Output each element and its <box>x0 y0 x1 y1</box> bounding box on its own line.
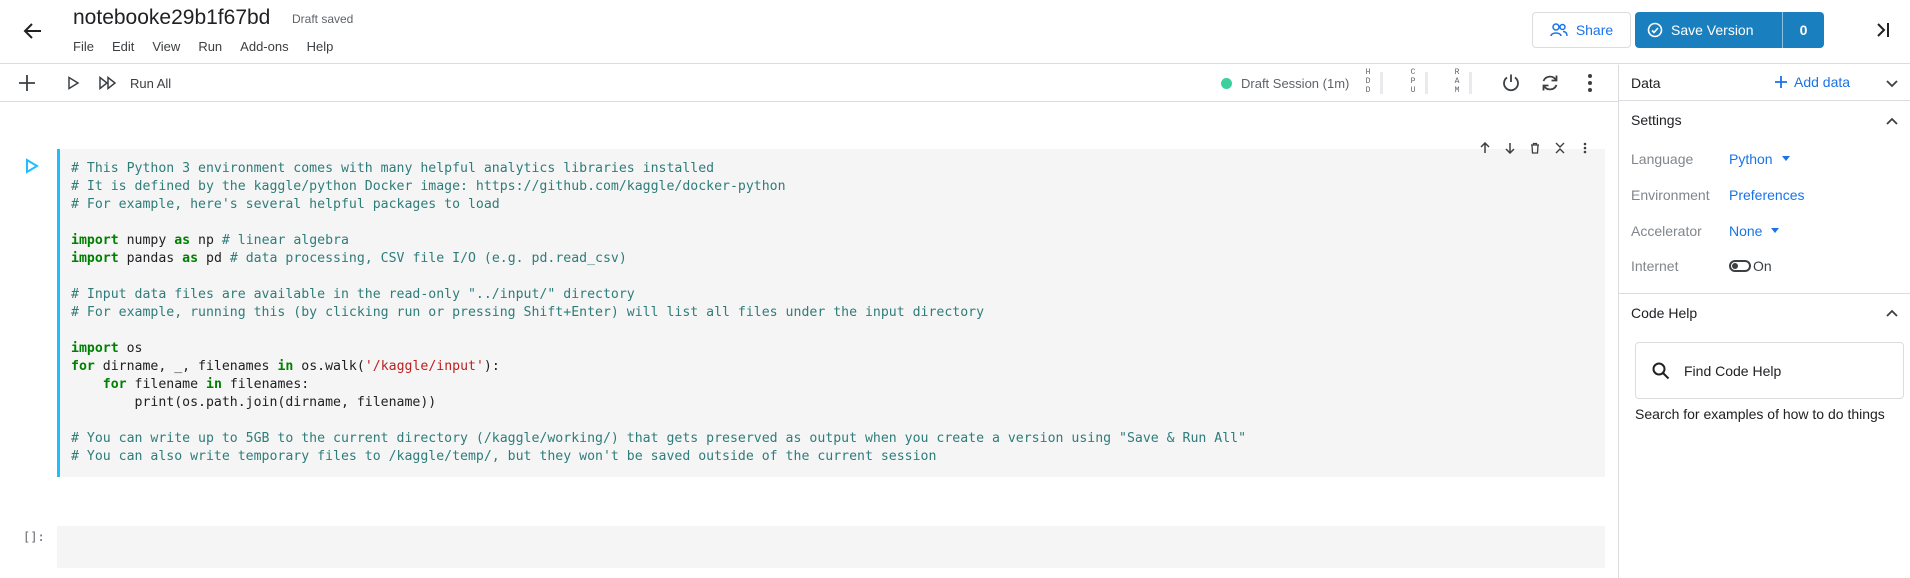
run-all-icon[interactable] <box>96 71 120 95</box>
save-version-button[interactable]: Save Version 0 <box>1635 12 1824 48</box>
more-options-icon[interactable] <box>1578 71 1602 95</box>
add-data-label: Add data <box>1794 74 1851 90</box>
divider <box>1619 100 1910 101</box>
menu-bar: File Edit View Run Add-ons Help <box>73 39 351 54</box>
caret-down-icon <box>1771 228 1780 233</box>
notebook-toolbar: Run All <box>0 65 1618 102</box>
chevron-down-icon[interactable] <box>1885 77 1899 91</box>
cpu-meter-label: CPU <box>1410 68 1416 95</box>
search-icon <box>1652 362 1670 379</box>
language-value: Python <box>1729 151 1773 167</box>
code-help-section-title[interactable]: Code Help <box>1631 305 1697 321</box>
share-button[interactable]: Share <box>1532 12 1631 48</box>
menu-add-ons[interactable]: Add-ons <box>240 39 288 54</box>
language-label: Language <box>1631 151 1694 167</box>
environment-value: Preferences <box>1729 187 1805 203</box>
accelerator-label: Accelerator <box>1631 223 1702 239</box>
session-status[interactable]: Draft Session (1m) <box>1241 76 1349 91</box>
chevron-up-icon[interactable] <box>1885 306 1899 320</box>
cpu-meter-bar <box>1425 72 1428 94</box>
divider <box>1619 293 1910 294</box>
environment-link[interactable]: Preferences <box>1729 187 1804 203</box>
settings-section-title[interactable]: Settings <box>1631 112 1682 128</box>
collapse-cell-icon[interactable] <box>1547 138 1572 158</box>
chevron-up-icon[interactable] <box>1885 114 1899 128</box>
toggle-icon <box>1729 260 1751 272</box>
menu-view[interactable]: View <box>152 39 180 54</box>
run-all-button[interactable]: Run All <box>130 76 171 91</box>
data-section-title[interactable]: Data <box>1631 75 1661 91</box>
accelerator-value: None <box>1729 223 1763 239</box>
session-status-dot <box>1221 78 1232 89</box>
collapse-sidebar-icon[interactable] <box>1870 17 1896 43</box>
empty-code-cell[interactable] <box>57 526 1605 568</box>
ram-meter-bar <box>1469 72 1472 94</box>
move-down-icon[interactable] <box>1497 138 1522 158</box>
plus-icon <box>1775 76 1787 88</box>
internet-label: Internet <box>1631 258 1679 274</box>
refresh-circle-icon <box>1647 22 1663 38</box>
power-icon[interactable] <box>1499 71 1523 95</box>
menu-edit[interactable]: Edit <box>112 39 134 54</box>
code-editor[interactable]: # This Python 3 environment comes with m… <box>71 160 1246 466</box>
find-code-help-input[interactable]: Find Code Help <box>1635 342 1904 399</box>
right-sidebar: Data Add data Settings Language Python E… <box>1618 65 1910 578</box>
cell-toolbar <box>1472 138 1597 158</box>
run-cell-icon[interactable] <box>61 71 85 95</box>
add-cell-icon[interactable] <box>15 71 39 95</box>
save-version-main[interactable]: Save Version <box>1635 12 1782 48</box>
notebook-header: notebooke29b1f67bd Draft saved File Edit… <box>0 0 1910 64</box>
caret-down-icon <box>1781 156 1790 161</box>
notebook-title[interactable]: notebooke29b1f67bd <box>73 6 270 30</box>
restart-icon[interactable] <box>1538 71 1562 95</box>
menu-help[interactable]: Help <box>307 39 334 54</box>
add-data-button[interactable]: Add data <box>1774 74 1850 90</box>
code-help-hint: Search for examples of how to do things <box>1635 406 1885 422</box>
environment-label: Environment <box>1631 187 1710 203</box>
save-status: Draft saved <box>292 12 354 26</box>
accelerator-select[interactable]: None <box>1729 223 1780 239</box>
save-version-label: Save Version <box>1671 22 1754 38</box>
internet-toggle[interactable]: On <box>1729 258 1772 274</box>
move-up-icon[interactable] <box>1472 138 1497 158</box>
back-arrow-icon[interactable] <box>18 16 48 46</box>
find-code-help-placeholder: Find Code Help <box>1684 362 1782 379</box>
menu-run[interactable]: Run <box>198 39 222 54</box>
hdd-meter-bar <box>1380 72 1383 94</box>
ram-meter-label: RAM <box>1454 68 1460 95</box>
people-icon <box>1550 23 1568 37</box>
language-select[interactable]: Python <box>1729 151 1791 167</box>
menu-file[interactable]: File <box>73 39 94 54</box>
hdd-meter-label: HDD <box>1365 68 1371 95</box>
internet-value: On <box>1753 258 1772 274</box>
cell-prompt: []: <box>23 530 45 544</box>
version-count[interactable]: 0 <box>1782 12 1824 48</box>
cell-run-icon[interactable] <box>24 158 44 178</box>
share-label: Share <box>1575 22 1614 38</box>
cell-more-icon[interactable] <box>1572 138 1597 158</box>
delete-icon[interactable] <box>1522 138 1547 158</box>
